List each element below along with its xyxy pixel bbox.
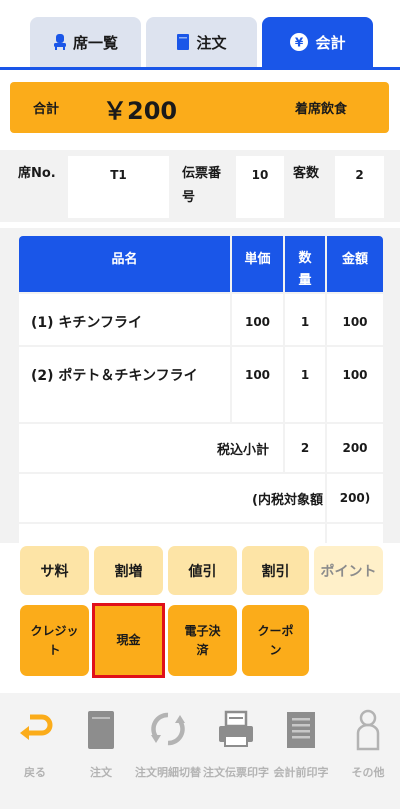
table-row-1-amount: 100	[327, 294, 383, 345]
printer-icon	[216, 709, 256, 753]
order-nav-button[interactable]: 注文	[74, 693, 128, 809]
toggle-order-detail-button[interactable]: 注文明細切替	[134, 693, 202, 809]
seat-icon	[53, 33, 67, 51]
subtotal-label: 税込小計	[19, 424, 283, 472]
tax-target-label: (内税対象額	[19, 474, 325, 522]
table-row-1-qty: 1	[285, 294, 325, 345]
print-order-slip-label: 注文伝票印字	[203, 766, 269, 779]
receipt-icon	[284, 709, 318, 755]
header-quantity-text: 数量	[298, 251, 312, 288]
tab-underline	[0, 67, 400, 70]
seat-no-value: T1	[68, 156, 169, 218]
tab-bar: 席一覧 注文 ¥ 会計	[0, 0, 400, 70]
tab-checkout-label: 会計	[315, 33, 346, 52]
header-item-name: 品名	[19, 236, 230, 292]
credit-button-label: クレジット	[30, 623, 79, 657]
credit-button[interactable]: クレジット	[20, 605, 89, 676]
table-row-blank	[19, 524, 325, 543]
seat-no-label: 席No.	[18, 166, 56, 181]
total-amount: ￥200	[103, 97, 178, 125]
pre-checkout-print-label: 会計前印字	[273, 766, 329, 779]
other-label: その他	[351, 766, 385, 779]
guest-count-value: 2	[335, 156, 384, 218]
header-amount: 金額	[327, 236, 383, 292]
yen-coin-icon: ¥	[289, 32, 309, 52]
back-button[interactable]: 戻る	[8, 693, 62, 809]
percent-discount-button[interactable]: 割引	[242, 546, 309, 595]
coupon-button[interactable]: クーポン	[242, 605, 309, 676]
points-button[interactable]: ポイント	[314, 546, 383, 595]
surcharge-button[interactable]: 割増	[94, 546, 163, 595]
table-row-2-amount: 100	[327, 347, 383, 422]
slip-number-label: 伝票番号	[182, 166, 222, 205]
toggle-order-detail-label: 注文明細切替	[135, 766, 201, 779]
coupon-button-label: クーポン	[257, 623, 294, 657]
table-row-1-name[interactable]: (1) キチンフライ	[19, 294, 230, 345]
slip-info: 席No. T1 伝票番号 10 客数 2	[0, 150, 400, 222]
tab-order-label: 注文	[196, 33, 227, 52]
pre-checkout-print-button[interactable]: 会計前印字	[270, 693, 332, 809]
tab-checkout[interactable]: ¥ 会計	[262, 17, 373, 67]
table-row-2-price: 100	[232, 347, 283, 422]
e-payment-button-label: 電子決済	[184, 623, 221, 657]
guest-count-label: 客数	[293, 166, 320, 181]
order-book-icon	[176, 33, 190, 51]
svg-text:¥: ¥	[295, 36, 304, 50]
tab-seat-list[interactable]: 席一覧	[30, 17, 141, 67]
back-label: 戻る	[24, 766, 46, 779]
header-quantity: 数量	[285, 236, 325, 292]
cash-button[interactable]: 現金	[92, 603, 165, 678]
slip-number-value: 10	[236, 156, 284, 218]
table-row-2-name[interactable]: (2) ポテト＆チキンフライ	[19, 347, 230, 422]
header-unit-price: 単価	[232, 236, 283, 292]
tab-seat-list-label: 席一覧	[72, 33, 118, 52]
tab-order[interactable]: 注文	[146, 17, 257, 67]
price-discount-button[interactable]: 値引	[168, 546, 237, 595]
table-row-2-qty: 1	[285, 347, 325, 422]
subtotal-amount: 200	[327, 424, 383, 472]
order-nav-label: 注文	[90, 766, 112, 779]
tax-target-amount: 200)	[327, 474, 383, 522]
total-label: 合計	[33, 102, 60, 117]
table-row-1-price: 100	[232, 294, 283, 345]
print-order-slip-button[interactable]: 注文伝票印字	[202, 693, 270, 809]
service-charge-button[interactable]: サ料	[20, 546, 89, 595]
total-banner: 合計 ￥200 着席飲食	[10, 82, 389, 133]
order-table[interactable]: 品名 単価 数量 金額 (1) キチンフライ 100 1 100 (2) ポテト…	[0, 228, 400, 543]
order-book-icon	[86, 709, 116, 755]
subtotal-qty: 2	[285, 424, 325, 472]
action-panel: サ料 割増 値引 割引 ポイント クレジット 現金 電子決済 クーポン	[0, 543, 400, 688]
e-payment-button[interactable]: 電子決済	[168, 605, 237, 676]
other-button[interactable]: その他	[338, 693, 398, 809]
dining-mode: 着席飲食	[295, 102, 348, 117]
bottom-toolbar: 戻る 注文 注文明細切替 注文伝票印字 会計前印字 その他	[0, 693, 400, 809]
refresh-icon	[148, 709, 188, 753]
table-row-blank-amount	[327, 524, 383, 543]
return-arrow-icon	[16, 709, 54, 751]
person-icon	[354, 709, 382, 755]
